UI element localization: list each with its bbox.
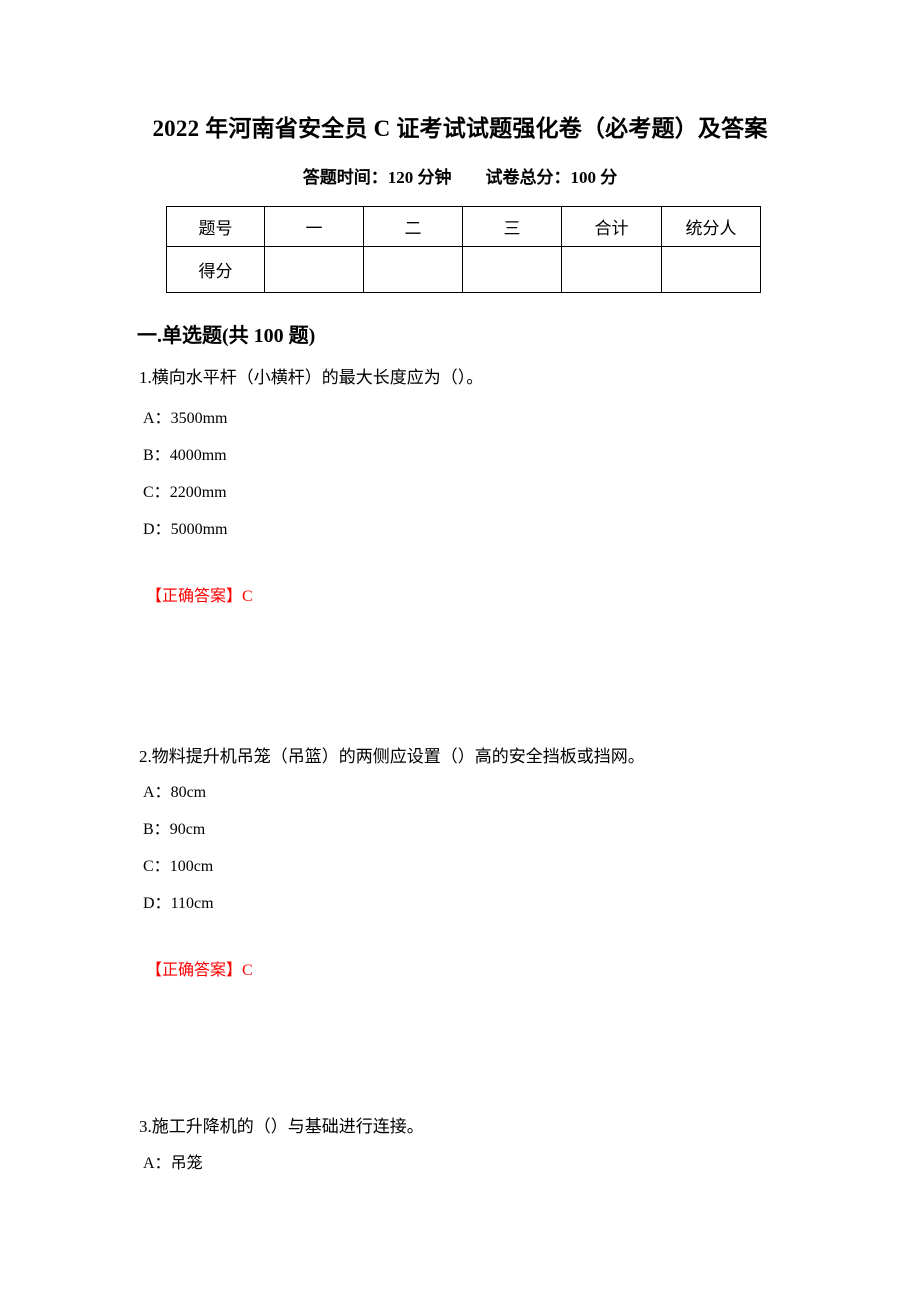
table-header-cell-total: 合计	[561, 206, 662, 247]
question-2-option-a: A：80cm	[143, 781, 206, 805]
table-header-cell-scorer: 统分人	[661, 206, 761, 247]
question-stem-1: 1.横向水平杆（小横杆）的最大长度应为（）。	[139, 368, 484, 387]
option-letter: D：	[143, 521, 171, 538]
table-header-cell-question-no: 题号	[166, 206, 265, 247]
table-cell-score-total	[561, 246, 662, 293]
question-1-option-c: C：2200mm	[143, 481, 227, 505]
table-row: 得分	[166, 246, 761, 293]
answer-label: 【正确答案】	[146, 962, 243, 979]
option-letter: B：	[143, 447, 170, 464]
option-letter: D：	[143, 895, 171, 912]
answer-label: 【正确答案】	[146, 588, 243, 605]
exam-meta-line: 答题时间：120 分钟 试卷总分：100 分	[302, 168, 618, 187]
table-header-cell-part-1: 一	[264, 206, 364, 247]
option-text: 3500mm	[170, 410, 228, 427]
option-text: 5000mm	[170, 521, 228, 538]
option-letter: A：	[143, 1155, 171, 1172]
table-cell-score-part-3	[462, 246, 562, 293]
section-heading-single-choice: 一.单选题(共 100 题)	[137, 325, 316, 347]
page-title: 2022 年河南省安全员 C 证考试试题强化卷（必考题）及答案	[152, 116, 768, 141]
option-text: 90cm	[169, 821, 206, 838]
option-text: 4000mm	[169, 447, 227, 464]
table-header-cell-part-2: 二	[363, 206, 463, 247]
option-text: 110cm	[170, 895, 214, 912]
option-letter: B：	[143, 821, 170, 838]
table-cell-score-scorer	[661, 246, 761, 293]
question-3-option-a: A：吊笼	[143, 1152, 203, 1176]
question-1-option-b: B：4000mm	[143, 444, 227, 468]
option-letter: A：	[143, 784, 171, 801]
question-stem-3: 3.施工升降机的（）与基础进行连接。	[139, 1117, 424, 1136]
question-2-option-c: C：100cm	[143, 855, 213, 879]
question-1-answer: 【正确答案】C	[146, 585, 253, 609]
option-letter: C：	[143, 484, 170, 501]
question-2-answer: 【正确答案】C	[146, 959, 253, 983]
option-letter: A：	[143, 410, 171, 427]
option-text: 吊笼	[170, 1155, 203, 1172]
answer-value: C	[242, 588, 253, 605]
table-cell-score-part-2	[363, 246, 463, 293]
table-row: 题号 一 二 三 合计 统分人	[166, 206, 761, 247]
answer-value: C	[242, 962, 253, 979]
table-cell-score-part-1	[264, 246, 364, 293]
question-1-option-d: D：5000mm	[143, 518, 227, 542]
table-cell-score-label: 得分	[166, 246, 265, 293]
score-table: 题号 一 二 三 合计 统分人 得分	[166, 206, 761, 293]
table-header-cell-part-3: 三	[462, 206, 562, 247]
option-text: 80cm	[170, 784, 207, 801]
option-letter: C：	[143, 858, 170, 875]
document-page: 2022 年河南省安全员 C 证考试试题强化卷（必考题）及答案 答题时间：120…	[0, 0, 920, 1302]
option-text: 2200mm	[169, 484, 227, 501]
question-2-option-d: D：110cm	[143, 892, 214, 916]
question-2-option-b: B：90cm	[143, 818, 205, 842]
option-text: 100cm	[169, 858, 214, 875]
question-stem-2: 2.物料提升机吊笼（吊篮）的两侧应设置（）高的安全挡板或挡网。	[139, 747, 645, 766]
question-1-option-a: A：3500mm	[143, 407, 227, 431]
